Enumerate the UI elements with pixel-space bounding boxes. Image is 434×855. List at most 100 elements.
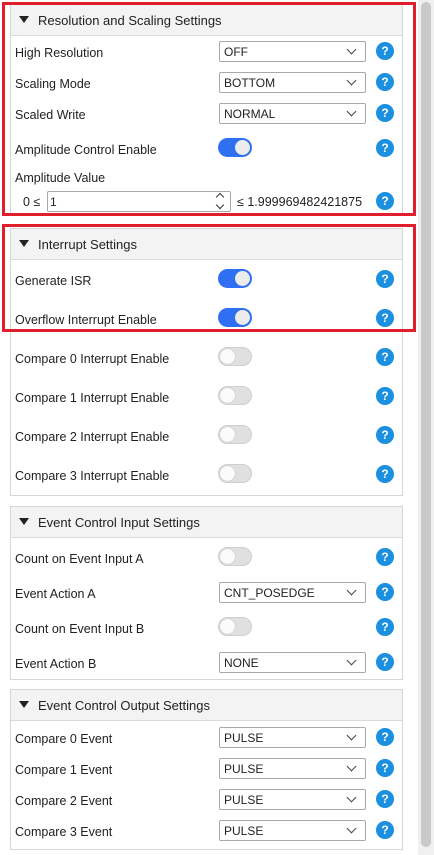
chevron-down-icon bbox=[346, 761, 357, 772]
event-input-section-header[interactable]: Event Control Input Settings bbox=[11, 507, 402, 538]
generate-isr-toggle[interactable] bbox=[218, 269, 252, 288]
help-icon[interactable]: ? bbox=[376, 821, 394, 839]
help-icon[interactable]: ? bbox=[376, 192, 394, 210]
toggle-knob bbox=[220, 388, 235, 403]
help-icon[interactable]: ? bbox=[376, 759, 394, 777]
help-icon[interactable]: ? bbox=[376, 42, 394, 60]
toggle-knob bbox=[220, 619, 235, 634]
generate-isr-label: Generate ISR bbox=[15, 274, 92, 288]
select-value: PULSE bbox=[224, 793, 264, 807]
high-resolution-select[interactable]: OFF bbox=[219, 41, 366, 62]
overflow-interrupt-toggle[interactable] bbox=[218, 308, 252, 327]
count-event-a-toggle[interactable] bbox=[218, 547, 252, 566]
toggle-knob bbox=[220, 466, 235, 481]
help-icon[interactable]: ? bbox=[376, 653, 394, 671]
chevron-down-icon bbox=[346, 730, 357, 741]
scaling-mode-label: Scaling Mode bbox=[15, 77, 91, 91]
spin-down-icon[interactable] bbox=[215, 200, 225, 210]
scaled-write-label: Scaled Write bbox=[15, 108, 86, 122]
amplitude-value-input[interactable]: 1 bbox=[47, 191, 231, 212]
compare3-event-select[interactable]: PULSE bbox=[219, 820, 366, 841]
event-action-a-select[interactable]: CNT_POSEDGE bbox=[219, 582, 366, 603]
count-event-b-toggle[interactable] bbox=[218, 617, 252, 636]
help-icon[interactable]: ? bbox=[376, 104, 394, 122]
chevron-down-icon bbox=[346, 106, 357, 117]
resolution-section-header[interactable]: Resolution and Scaling Settings bbox=[11, 5, 402, 36]
amplitude-control-label: Amplitude Control Enable bbox=[15, 143, 157, 157]
chevron-down-icon bbox=[346, 655, 357, 666]
scaled-write-select[interactable]: NORMAL bbox=[219, 103, 366, 124]
help-icon[interactable]: ? bbox=[376, 426, 394, 444]
section-title: Event Control Output Settings bbox=[38, 698, 210, 713]
help-icon[interactable]: ? bbox=[376, 348, 394, 366]
compare2-interrupt-toggle[interactable] bbox=[218, 425, 252, 444]
compare0-interrupt-toggle[interactable] bbox=[218, 347, 252, 366]
input-value: 1 bbox=[50, 195, 57, 209]
compare3-interrupt-label: Compare 3 Interrupt Enable bbox=[15, 469, 170, 483]
count-event-a-label: Count on Event Input A bbox=[15, 552, 144, 566]
help-icon[interactable]: ? bbox=[376, 728, 394, 746]
section-title: Interrupt Settings bbox=[38, 237, 137, 252]
select-value: PULSE bbox=[224, 731, 264, 745]
help-icon[interactable]: ? bbox=[376, 309, 394, 327]
compare0-event-select[interactable]: PULSE bbox=[219, 727, 366, 748]
toggle-knob bbox=[235, 310, 250, 325]
compare1-interrupt-toggle[interactable] bbox=[218, 386, 252, 405]
help-icon[interactable]: ? bbox=[376, 465, 394, 483]
amplitude-min-label: 0 ≤ bbox=[23, 195, 41, 209]
chevron-down-icon bbox=[346, 792, 357, 803]
select-value: OFF bbox=[224, 45, 248, 59]
toggle-knob bbox=[235, 271, 250, 286]
resolution-scaling-panel: Resolution and Scaling Settings High Res… bbox=[10, 4, 403, 214]
section-title: Resolution and Scaling Settings bbox=[38, 13, 222, 28]
event-output-section-header[interactable]: Event Control Output Settings bbox=[11, 690, 402, 721]
compare2-interrupt-label: Compare 2 Interrupt Enable bbox=[15, 430, 170, 444]
scrollbar-thumb[interactable] bbox=[421, 2, 431, 847]
compare2-event-select[interactable]: PULSE bbox=[219, 789, 366, 810]
section-title: Event Control Input Settings bbox=[38, 515, 200, 530]
collapse-triangle-icon[interactable] bbox=[19, 240, 29, 247]
vertical-scrollbar[interactable] bbox=[418, 0, 434, 855]
interrupt-section-header[interactable]: Interrupt Settings bbox=[11, 229, 402, 260]
help-icon[interactable]: ? bbox=[376, 139, 394, 157]
high-resolution-label: High Resolution bbox=[15, 46, 104, 60]
help-icon[interactable]: ? bbox=[376, 790, 394, 808]
select-value: PULSE bbox=[224, 824, 264, 838]
help-icon[interactable]: ? bbox=[376, 387, 394, 405]
event-action-a-label: Event Action A bbox=[15, 587, 96, 601]
chevron-down-icon bbox=[346, 585, 357, 596]
compare0-interrupt-label: Compare 0 Interrupt Enable bbox=[15, 352, 170, 366]
help-icon[interactable]: ? bbox=[376, 73, 394, 91]
collapse-triangle-icon[interactable] bbox=[19, 16, 29, 23]
help-icon[interactable]: ? bbox=[376, 618, 394, 636]
help-icon[interactable]: ? bbox=[376, 548, 394, 566]
compare3-interrupt-toggle[interactable] bbox=[218, 464, 252, 483]
select-value: PULSE bbox=[224, 762, 264, 776]
amplitude-control-toggle[interactable] bbox=[218, 138, 252, 157]
toggle-knob bbox=[220, 349, 235, 364]
count-event-b-label: Count on Event Input B bbox=[15, 622, 145, 636]
compare2-event-label: Compare 2 Event bbox=[15, 794, 113, 808]
help-icon[interactable]: ? bbox=[376, 270, 394, 288]
select-value: NORMAL bbox=[224, 107, 276, 121]
compare3-event-label: Compare 3 Event bbox=[15, 825, 113, 839]
amplitude-max-label: ≤ 1.999969482421875 bbox=[237, 195, 363, 209]
collapse-triangle-icon[interactable] bbox=[19, 701, 29, 708]
select-value: NONE bbox=[224, 656, 259, 670]
collapse-triangle-icon[interactable] bbox=[19, 518, 29, 525]
toggle-knob bbox=[235, 140, 250, 155]
chevron-down-icon bbox=[346, 75, 357, 86]
interrupt-panel: Interrupt Settings Generate ISR ? Overfl… bbox=[10, 228, 403, 496]
scaling-mode-select[interactable]: BOTTOM bbox=[219, 72, 366, 93]
amplitude-value-label: Amplitude Value bbox=[15, 171, 106, 185]
chevron-down-icon bbox=[346, 823, 357, 834]
event-input-panel: Event Control Input Settings Count on Ev… bbox=[10, 506, 403, 680]
event-action-b-label: Event Action B bbox=[15, 657, 97, 671]
event-action-b-select[interactable]: NONE bbox=[219, 652, 366, 673]
select-value: CNT_POSEDGE bbox=[224, 586, 315, 600]
compare0-event-label: Compare 0 Event bbox=[15, 732, 113, 746]
toggle-knob bbox=[220, 427, 235, 442]
compare1-event-select[interactable]: PULSE bbox=[219, 758, 366, 779]
compare1-event-label: Compare 1 Event bbox=[15, 763, 113, 777]
help-icon[interactable]: ? bbox=[376, 583, 394, 601]
